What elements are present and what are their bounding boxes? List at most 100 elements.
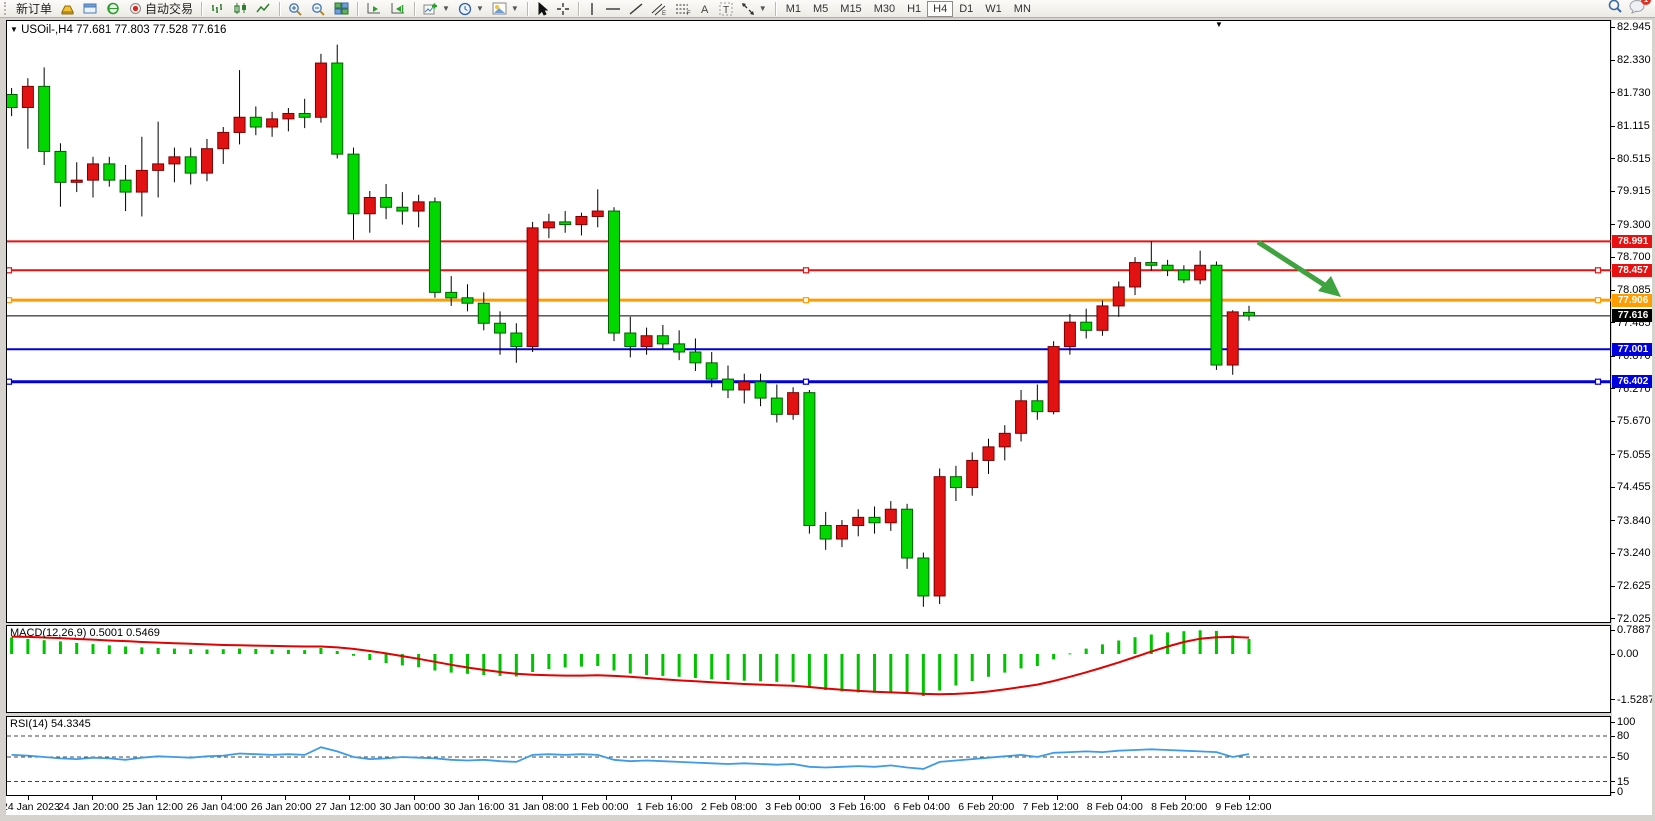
time-tick <box>414 796 415 800</box>
price-tick-label: 79.300 <box>1617 219 1651 231</box>
price-tick <box>1611 520 1615 521</box>
price-tick-label: 74.455 <box>1617 481 1651 493</box>
label-tool-icon[interactable]: T <box>715 0 737 18</box>
search-icon[interactable] <box>1607 0 1623 19</box>
candlestick-mode-icon-icon <box>233 2 248 15</box>
macd-tick-label: 0.7887 <box>1617 624 1651 636</box>
channel-tool-icon[interactable]: E <box>647 0 671 18</box>
time-tick <box>1057 796 1058 800</box>
cursor-tool-icon[interactable] <box>532 0 552 18</box>
vertical-line-tool-icon[interactable] <box>583 0 601 18</box>
zoom-out-icon[interactable] <box>307 0 330 18</box>
price-tick-label: 72.625 <box>1617 580 1651 592</box>
timeframe-button-h1[interactable]: H1 <box>901 1 927 17</box>
price-tick <box>1611 388 1615 389</box>
rsi-panel[interactable] <box>6 716 1611 796</box>
time-tick <box>1249 796 1250 800</box>
chart-shift-icon-icon <box>390 2 406 15</box>
price-tick-label: 73.240 <box>1617 547 1651 559</box>
price-tick <box>1611 158 1615 159</box>
time-tick-label: 26 Jan 04:00 <box>187 801 248 813</box>
toolbar-separator <box>201 2 202 16</box>
rsi-tick <box>1611 722 1615 723</box>
timeframe-button-d1[interactable]: D1 <box>953 1 979 17</box>
zoom-in-icon[interactable] <box>284 0 307 18</box>
horizontal-line-tool-icon[interactable] <box>601 0 625 18</box>
bar-chart-mode-icon[interactable] <box>206 0 229 18</box>
price-level-badge: 78.457 <box>1612 264 1654 277</box>
price-tick <box>1611 553 1615 554</box>
crosshair-tool-icon[interactable] <box>552 0 574 18</box>
auto-scroll-icon[interactable] <box>362 0 386 18</box>
terminal-icon[interactable] <box>102 0 125 18</box>
line-chart-mode-icon[interactable] <box>252 0 275 18</box>
time-tick-label: 1 Feb 00:00 <box>572 801 628 813</box>
tile-windows-icon-icon <box>334 2 349 15</box>
chart-title: ▼ USOil-,H4 77.681 77.803 77.528 77.616 <box>10 24 226 36</box>
market-watch-icon[interactable] <box>56 0 79 18</box>
price-tick <box>1611 454 1615 455</box>
trendline-tool-icon[interactable] <box>625 0 647 18</box>
time-tick <box>28 796 29 800</box>
new-order-button[interactable]: 新订单 <box>12 0 56 18</box>
time-tick <box>221 796 222 800</box>
time-tick <box>864 796 865 800</box>
periods-icon <box>458 2 472 16</box>
chevron-down-icon: ▼ <box>442 4 450 13</box>
macd-tick-label: -1.5287 <box>1617 694 1654 706</box>
timeframe-button-m1[interactable]: M1 <box>780 1 807 17</box>
time-tick <box>928 796 929 800</box>
add-indicator-button[interactable]: ▼ <box>419 0 454 18</box>
zoom-out-icon-icon <box>311 2 326 16</box>
price-tick-label: 81.115 <box>1617 120 1650 132</box>
time-tick <box>349 796 350 800</box>
svg-text:E: E <box>662 11 666 16</box>
navigator-icon[interactable] <box>79 0 102 18</box>
arrows-tool-icon[interactable]: ▼ <box>737 0 771 18</box>
templates-button[interactable]: ▼ <box>488 0 523 18</box>
chat-icon[interactable]: 1 <box>1629 0 1647 19</box>
candlestick-mode-icon[interactable] <box>229 0 252 18</box>
auto-scroll-icon-icon <box>366 2 382 15</box>
chart-shift-icon[interactable] <box>386 0 410 18</box>
arrows-tool-icon-icon <box>741 2 755 16</box>
timeframe-button-m5[interactable]: M5 <box>807 1 834 17</box>
price-tick <box>1611 487 1615 488</box>
chart-ohlc-values: 77.681 77.803 77.528 77.616 <box>76 24 226 36</box>
timeframe-button-m30[interactable]: M30 <box>868 1 901 17</box>
timeframe-button-h4[interactable]: H4 <box>927 1 953 17</box>
chart-shift-marker[interactable]: ▼ <box>1215 20 1223 29</box>
fibonacci-tool-icon[interactable]: F <box>671 0 695 18</box>
trendline-tool-icon-icon <box>629 2 643 16</box>
main-chart-panel[interactable] <box>6 20 1611 623</box>
time-tick-label: 27 Jan 12:00 <box>315 801 376 813</box>
tile-windows-icon[interactable] <box>330 0 353 18</box>
timeframe-button-m15[interactable]: M15 <box>834 1 867 17</box>
text-tool-icon-icon: A <box>699 2 711 16</box>
rsi-tick <box>1611 781 1615 782</box>
label-tool-icon-icon: T <box>719 2 733 16</box>
window-bottom-edge <box>0 815 1655 821</box>
macd-panel[interactable] <box>6 625 1611 713</box>
timeframe-button-w1[interactable]: W1 <box>979 1 1008 17</box>
cursor-tool-icon-icon <box>536 2 548 16</box>
bar-chart-mode-icon-icon <box>210 2 225 15</box>
terminal-icon-icon <box>106 2 121 15</box>
auto-trading-button[interactable]: 自动交易 <box>125 0 197 18</box>
time-tick-label: 6 Feb 04:00 <box>894 801 950 813</box>
mt4-window: 新订单自动交易▼▼▼EFAT▼M1M5M15M30H1H4D1W1MN1 ▼ U… <box>0 0 1655 821</box>
toolbar-separator <box>578 2 579 16</box>
toolbar-grip[interactable] <box>4 2 9 15</box>
time-tick-label: 9 Feb 12:00 <box>1215 801 1271 813</box>
text-tool-icon[interactable]: A <box>695 0 715 18</box>
chevron-down-icon: ▼ <box>759 4 767 13</box>
toolbar-separator <box>414 2 415 16</box>
chart-collapse-icon[interactable]: ▼ <box>10 25 18 34</box>
price-tick <box>1611 290 1615 291</box>
time-tick <box>92 796 93 800</box>
timeframe-button-mn[interactable]: MN <box>1008 1 1037 17</box>
toolbar-separator <box>775 2 776 16</box>
rsi-indicator-label: RSI(14) 54.3345 <box>10 718 91 730</box>
navigator-icon-icon <box>83 2 98 15</box>
periods-button[interactable]: ▼ <box>454 0 488 18</box>
